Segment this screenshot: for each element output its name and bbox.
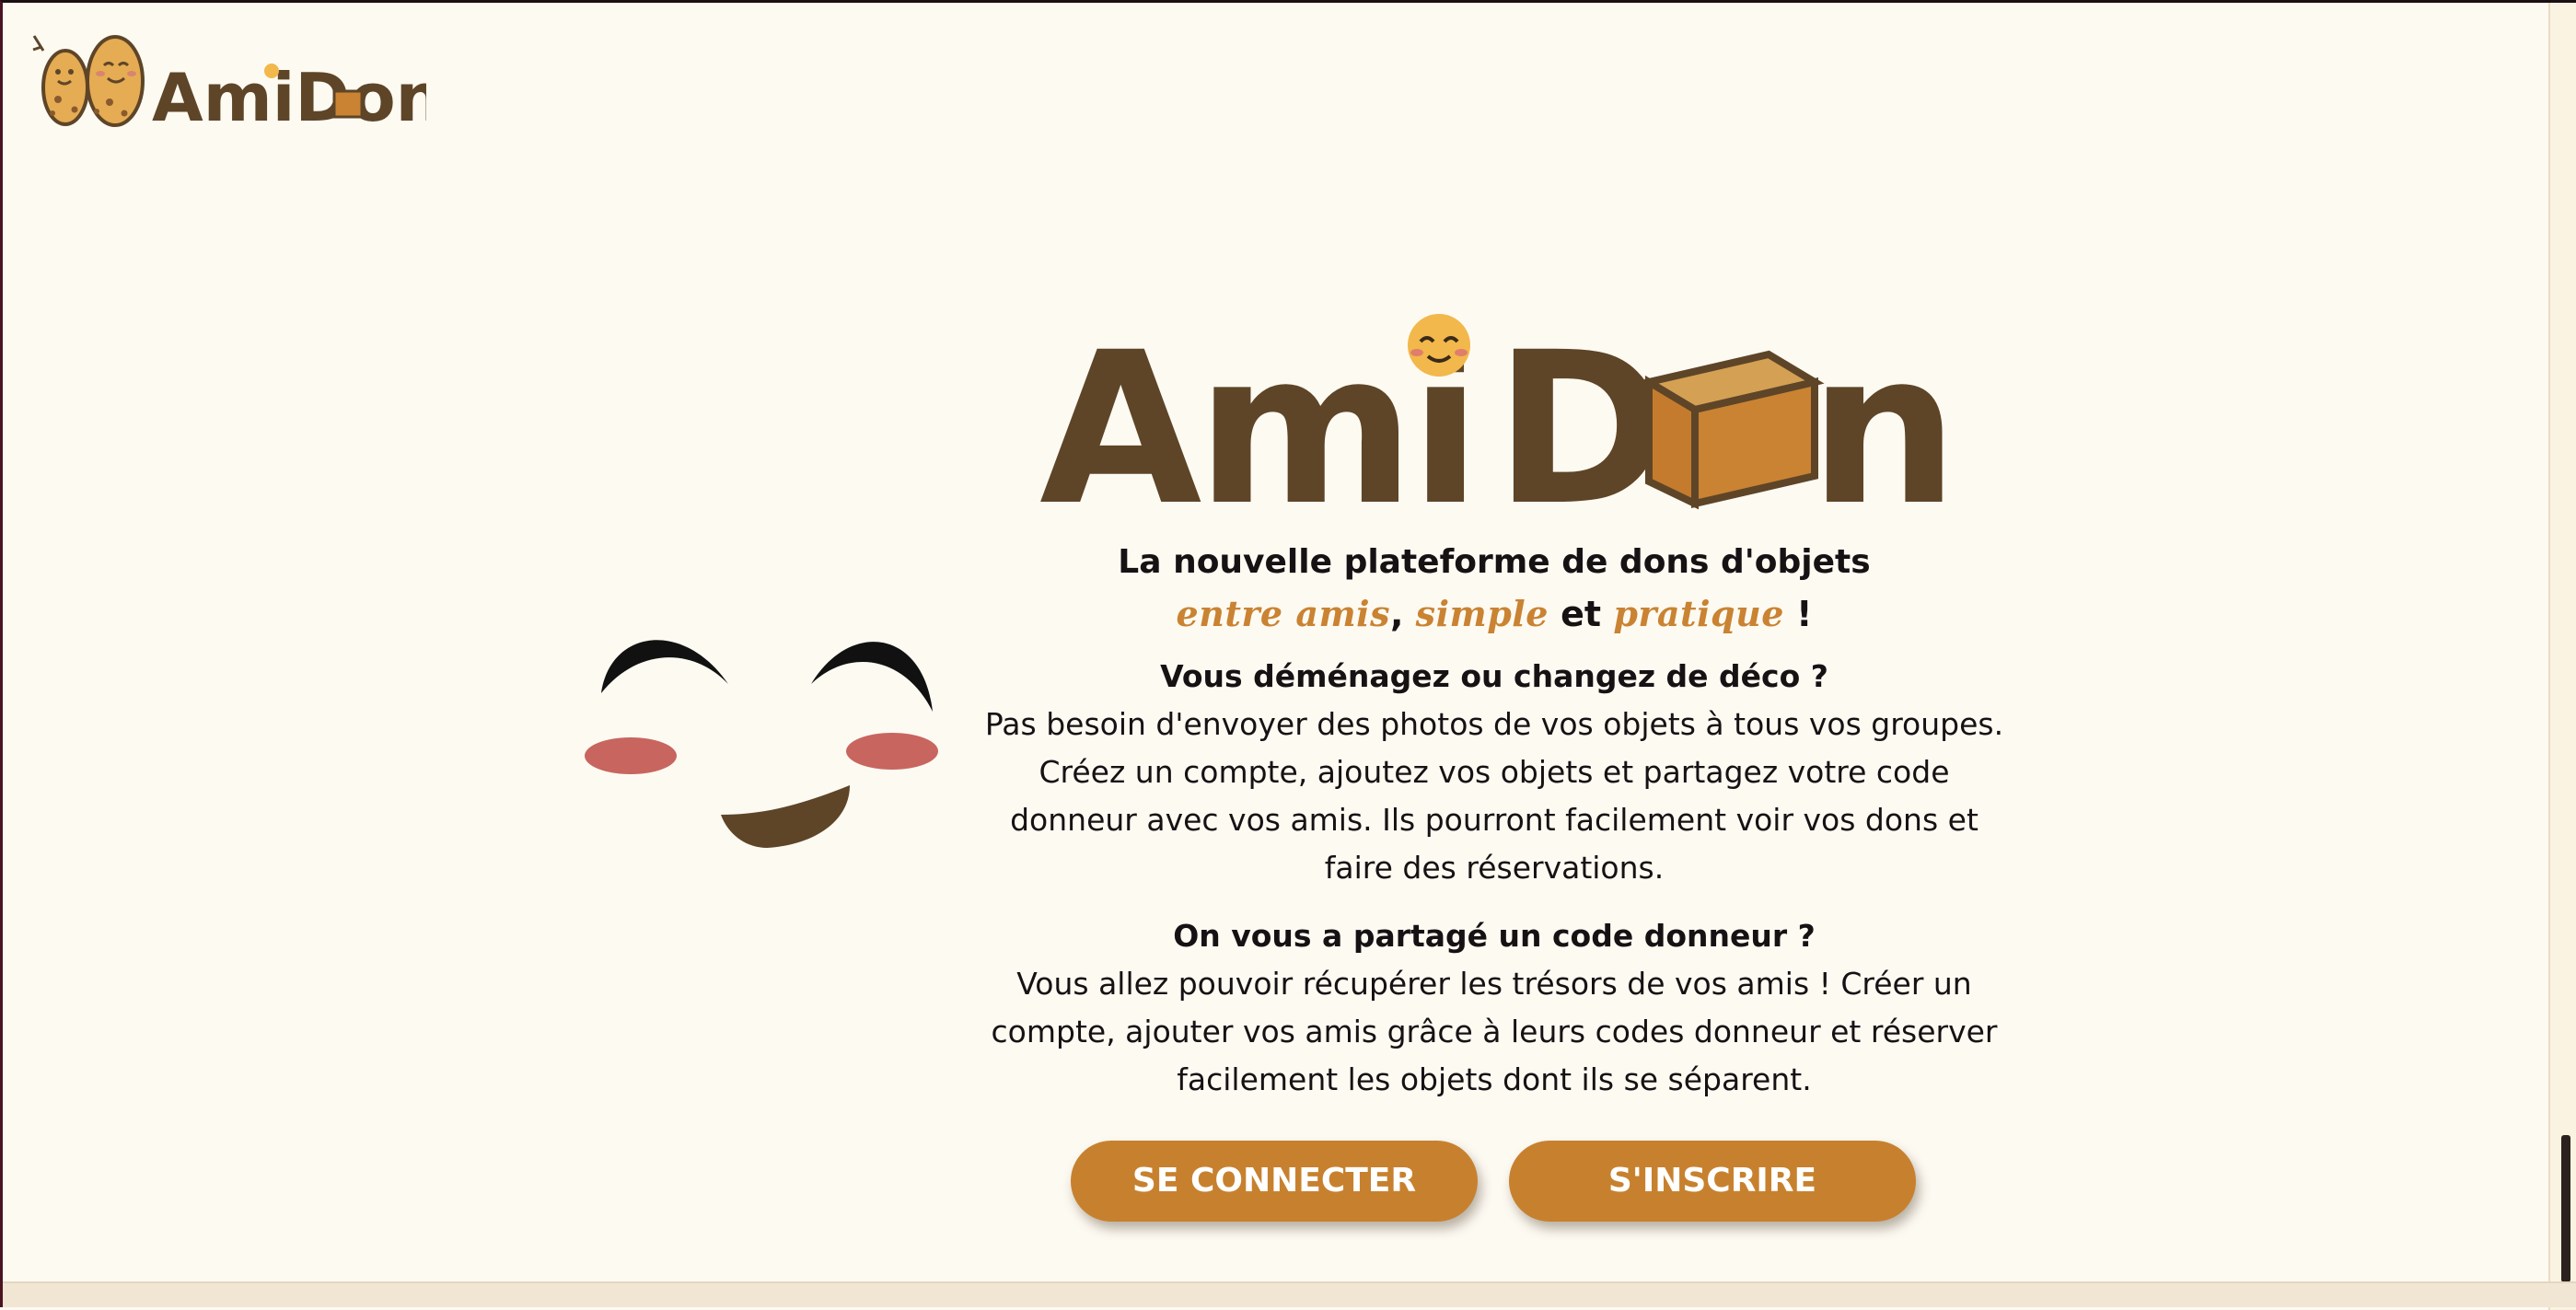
accent-simple: simple <box>1415 593 1549 634</box>
accent-entre-amis: entre amis <box>1176 593 1390 634</box>
page: AmiDon Ami D n La nouvelle plateforme de… <box>0 0 2576 1310</box>
potato-mascots-icon: AmiDon <box>32 35 443 136</box>
login-button[interactable]: SE CONNECTER <box>1071 1141 1478 1222</box>
svg-text:n: n <box>1809 307 1955 518</box>
hero-content: La nouvelle plateforme de dons d'objets … <box>969 537 2019 1124</box>
tagline-accent-line: entre amis, simple et pratique ! <box>969 588 2019 640</box>
tagline: La nouvelle plateforme de dons d'objets <box>1118 543 1871 581</box>
scrollbar-thumb[interactable] <box>2561 1135 2570 1282</box>
horizontal-scrollbar[interactable] <box>3 1281 2576 1307</box>
section-title-moving: Vous déménagez ou changez de déco ? <box>1160 658 1828 694</box>
header-logo-text: AmiDon <box>152 59 426 132</box>
accent-pratique: pratique <box>1613 593 1784 634</box>
header-logo[interactable]: AmiDon <box>30 30 443 136</box>
tagline-and: et <box>1548 594 1614 634</box>
section-title-code: On vous a partagé un code donneur ? <box>1173 918 1816 954</box>
section-body-moving: Pas besoin d'envoyer des photos de vos o… <box>984 706 2004 886</box>
cardboard-box-icon <box>1639 350 1825 510</box>
tagline-separator: , <box>1390 594 1416 634</box>
smiling-face-icon <box>1408 314 1470 377</box>
tagline-end: ! <box>1783 594 1813 634</box>
hero-logo: Ami D n <box>1034 307 1958 551</box>
signup-button[interactable]: S'INSCRIRE <box>1509 1141 1916 1222</box>
svg-text:D: D <box>1494 307 1668 518</box>
section-body-code: Vous allez pouvoir récupérer les trésors… <box>991 966 1998 1097</box>
cta-buttons: SE CONNECTER S'INSCRIRE <box>1071 1141 1918 1225</box>
vertical-scrollbar[interactable] <box>2548 3 2576 1310</box>
smiling-face-illustration <box>574 610 960 868</box>
